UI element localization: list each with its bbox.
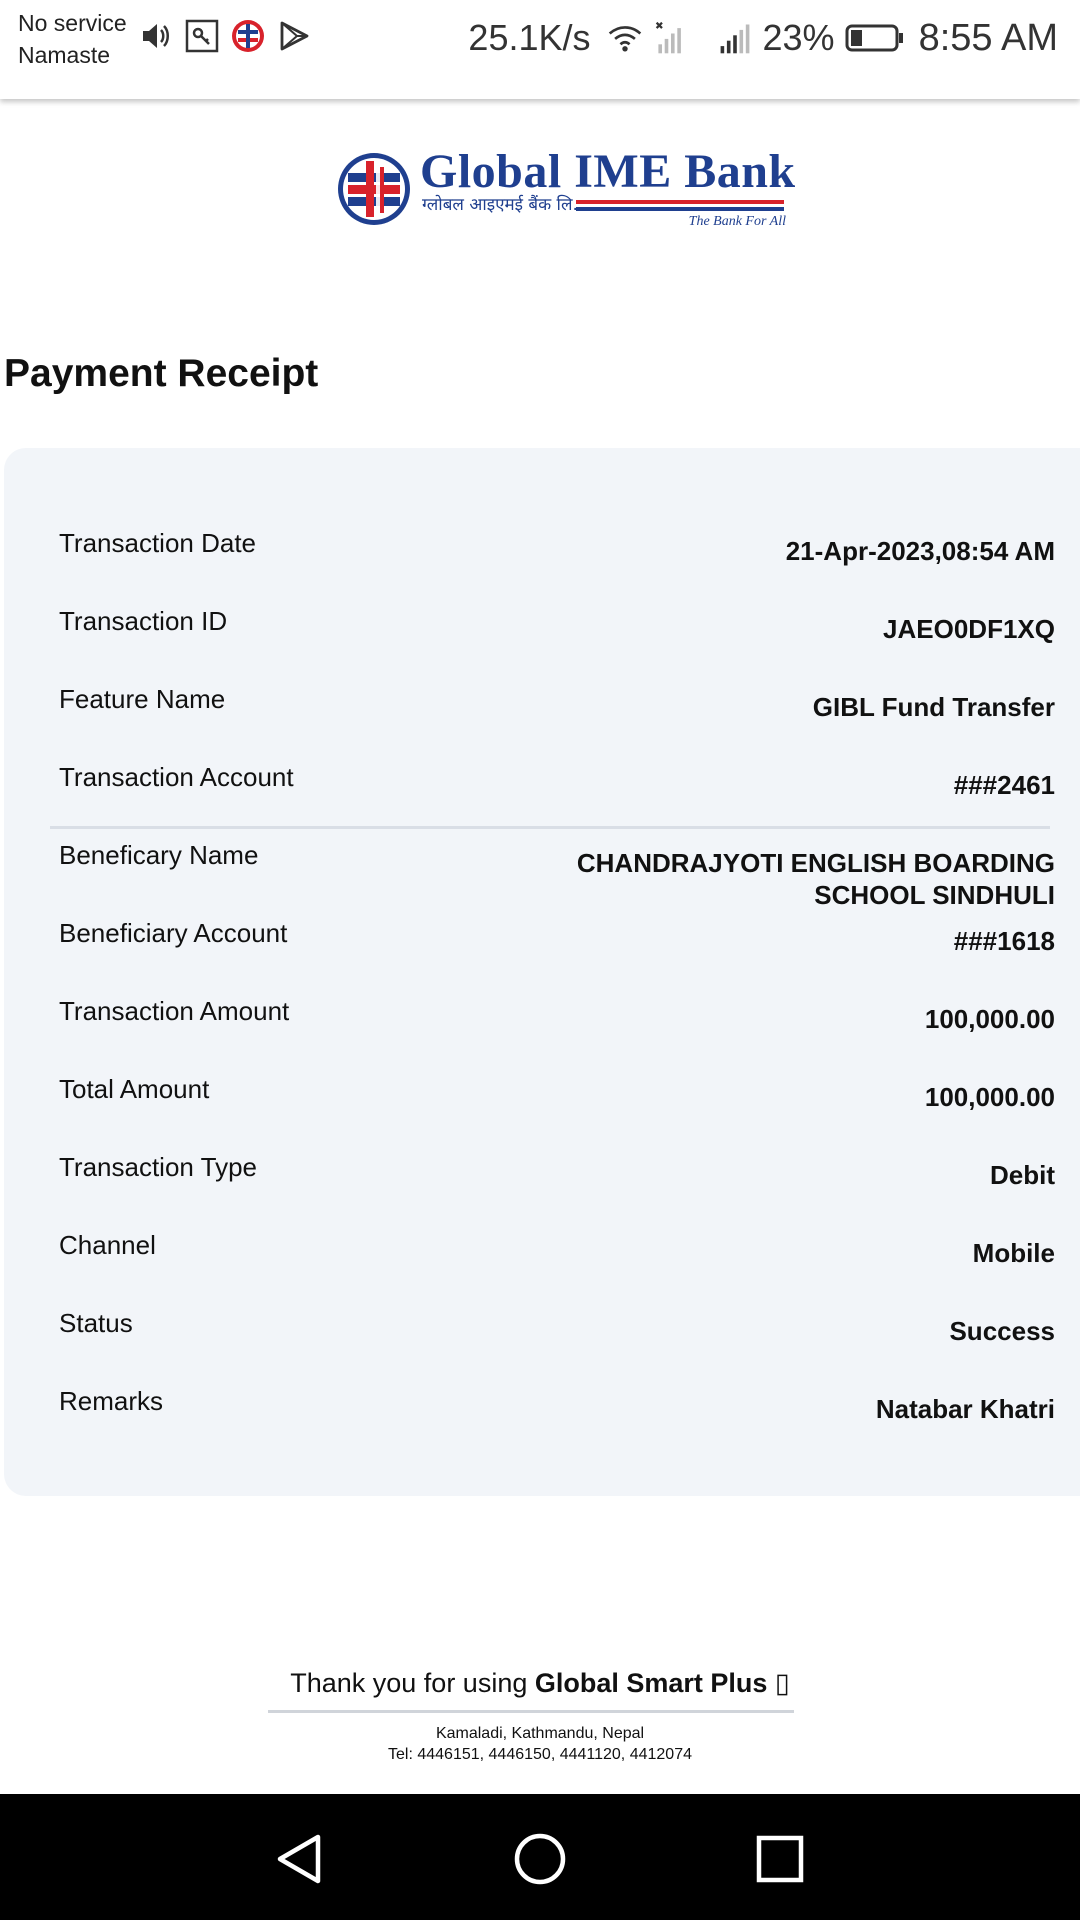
row-value: JAEO0DF1XQ xyxy=(883,614,1055,644)
bank-name-nepali: ग्लोबल आइएमई बैंक लि. xyxy=(422,195,578,215)
row-label: Remarks xyxy=(59,1386,164,1416)
footer-divider xyxy=(268,1710,794,1713)
row-value: Debit xyxy=(990,1160,1055,1190)
row-label: Transaction Date xyxy=(59,528,257,558)
recents-icon[interactable] xyxy=(750,1829,810,1889)
bank-name: Global IME Bank xyxy=(420,145,796,198)
phone-line: Tel: 4446151, 4446150, 4441120, 4412074 xyxy=(388,1746,692,1763)
receipt-card: Transaction Date 21-Apr-2023,08:54 AM Tr… xyxy=(4,448,1080,1496)
back-icon[interactable] xyxy=(270,1829,330,1889)
logo-stripes xyxy=(576,200,784,214)
carrier-line-1: No service xyxy=(18,10,127,36)
row-value: Natabar Khatri xyxy=(875,1394,1055,1424)
clock: 8:55 AM xyxy=(918,16,1058,59)
row-value: GIBL Fund Transfer xyxy=(812,692,1055,722)
address-line: Kamaladi, Kathmandu, Nepal xyxy=(435,1725,645,1742)
row-value: Success xyxy=(949,1316,1055,1346)
page-title: Payment Receipt xyxy=(4,352,319,395)
section-divider xyxy=(50,826,1050,829)
bank-address: Kamaladi, Kathmandu, Nepal Tel: 4446151,… xyxy=(0,1723,1080,1765)
row-label: Total Amount xyxy=(59,1074,210,1104)
play-store-icon xyxy=(276,18,312,54)
signal-no-service-icon xyxy=(653,20,689,56)
row-label: Transaction Account xyxy=(59,762,294,792)
row-label: Beneficary Name xyxy=(59,840,259,870)
row-value: ###2461 xyxy=(953,770,1055,800)
battery-percent: 23% xyxy=(762,17,835,58)
row-value: Mobile xyxy=(972,1238,1055,1268)
key-icon xyxy=(184,18,220,54)
row-label: Transaction Type xyxy=(59,1152,257,1182)
carrier-info: No service Namaste xyxy=(18,7,127,71)
row-value: 100,000.00 xyxy=(924,1004,1055,1034)
volume-icon xyxy=(138,18,174,54)
row-value: 100,000.00 xyxy=(924,1082,1055,1112)
bank-tagline: The Bank For All xyxy=(688,214,786,229)
row-label: Beneficiary Account xyxy=(59,918,288,948)
battery-icon xyxy=(845,20,905,56)
row-label: Feature Name xyxy=(59,684,226,714)
home-icon[interactable] xyxy=(510,1829,570,1889)
navigation-bar xyxy=(0,1794,1080,1920)
thank-you-message: Thank you for using Global Smart Plus ▯ xyxy=(0,1668,1080,1699)
network-speed: 25.1K/s xyxy=(468,17,591,58)
row-label: Transaction ID xyxy=(59,606,228,636)
bank-logo: Global IME Bank ग्लोबल आइएमई बैंक लि. Th… xyxy=(336,145,795,232)
bank-app-icon xyxy=(230,18,266,54)
row-value: CHANDRAJYOTI ENGLISH BOARDING SCHOOL SIN… xyxy=(576,848,1055,910)
thanks-prefix: Thank you for using xyxy=(290,1668,535,1698)
carrier-line-2: Namaste xyxy=(18,42,111,68)
row-value: ###1618 xyxy=(953,926,1055,956)
wifi-icon xyxy=(607,20,643,56)
bank-emblem-icon xyxy=(336,151,412,227)
row-label: Transaction Amount xyxy=(59,996,290,1026)
signal-icon xyxy=(717,20,753,56)
status-bar: No service Namaste 25.1K/s 23% 8:55 AM xyxy=(0,0,1080,99)
row-value: 21-Apr-2023,08:54 AM xyxy=(785,536,1055,566)
row-label: Status xyxy=(59,1308,133,1338)
thanks-suffix: ▯ xyxy=(767,1668,790,1698)
row-label: Channel xyxy=(59,1230,156,1260)
app-brand-name: Global Smart Plus xyxy=(534,1668,768,1698)
